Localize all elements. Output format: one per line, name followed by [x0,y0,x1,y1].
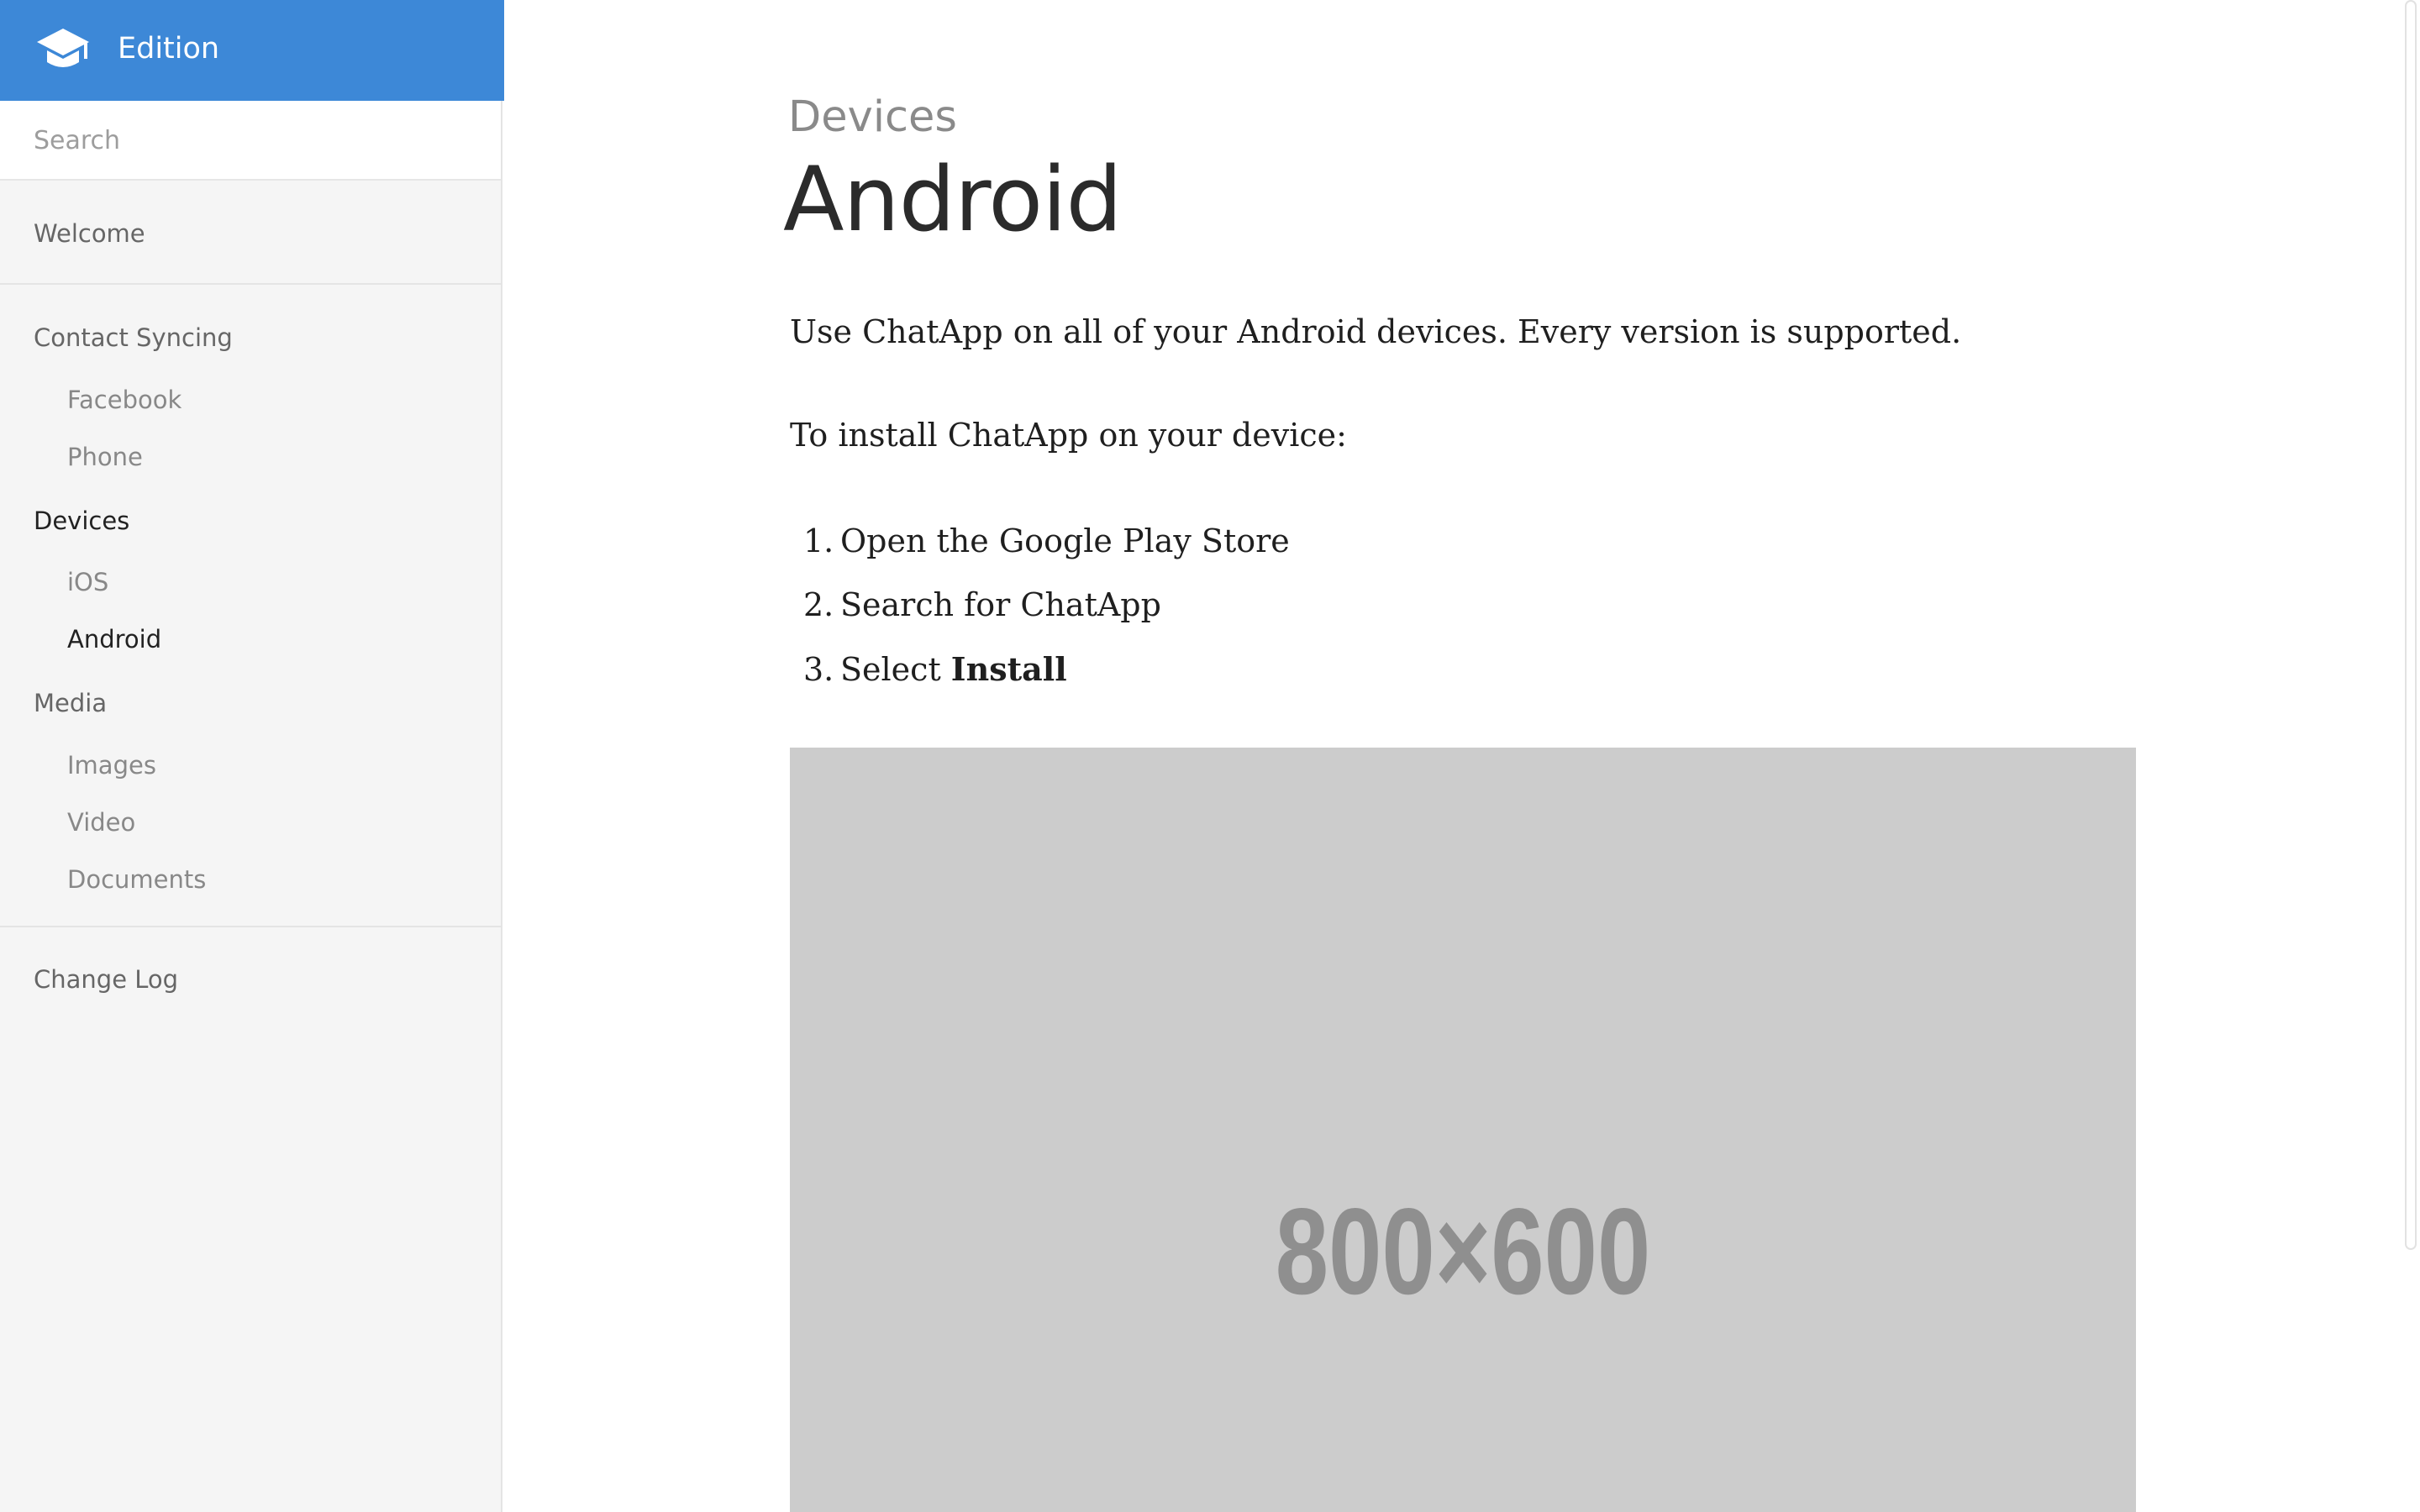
graduation-cap-icon [37,29,89,67]
placeholder-image-label: 800×600 [1275,1183,1651,1320]
sidebar-item-welcome[interactable]: Welcome [34,217,145,250]
intro-paragraph: Use ChatApp on all of your Android devic… [790,313,1962,350]
sidebar-item-facebook[interactable]: Facebook [67,383,182,417]
app-name: Edition [118,32,220,66]
step-text: Select Install [840,648,1067,690]
step-text-prefix: Select [840,651,951,688]
page-title: Android [783,148,1123,251]
sidebar-divider [0,283,501,285]
sidebar-item-media[interactable]: Media [34,686,107,720]
step-number: 1. [803,522,834,559]
step-number: 2. [803,586,834,623]
step-text-bold: Install [950,650,1067,688]
sidebar-item-video[interactable]: Video [67,806,135,839]
sidebar: Edition Welcome Contact Syncing Facebook… [0,0,504,1512]
sidebar-item-images[interactable]: Images [67,748,156,782]
step-text: Open the Google Play Store [840,522,1290,559]
search-box [0,101,501,181]
placeholder-image: 800×600 [790,748,2136,1512]
sidebar-item-android[interactable]: Android [67,622,161,656]
step-number: 3. [803,651,834,688]
scrollbar[interactable] [2405,0,2417,1250]
sidebar-divider [0,926,501,927]
sidebar-item-ios[interactable]: iOS [67,565,108,599]
brand-header[interactable]: Edition [0,0,504,101]
step-text: Search for ChatApp [840,586,1161,623]
sidebar-item-contact-syncing[interactable]: Contact Syncing [34,321,233,354]
search-input[interactable] [34,119,471,161]
sidebar-item-documents[interactable]: Documents [67,863,206,896]
sidebar-item-devices[interactable]: Devices [34,504,129,538]
sidebar-item-phone[interactable]: Phone [67,440,143,474]
sidebar-item-change-log[interactable]: Change Log [34,963,178,996]
breadcrumb[interactable]: Devices [788,91,957,144]
install-intro-paragraph: To install ChatApp on your device: [790,417,1347,454]
